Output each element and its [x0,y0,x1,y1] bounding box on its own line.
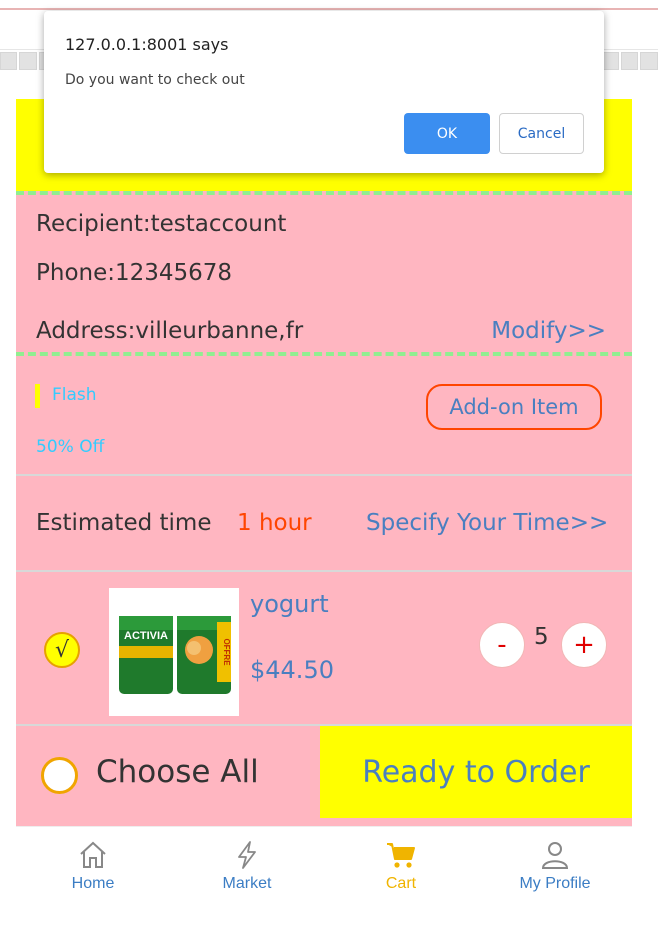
dialog-title: 127.0.0.1:8001 says [65,35,229,54]
estimated-time-value: 1 hour [237,510,312,536]
increase-quantity-button[interactable]: + [561,622,607,668]
badge-text: OFFRE [222,638,231,666]
cart-icon [387,843,415,868]
estimated-time-label: Estimated time [36,510,212,536]
choose-all-label[interactable]: Choose All [96,754,259,790]
tab-profile-label: My Profile [519,875,591,892]
product-price: $44.50 [250,656,334,684]
home-icon [80,841,106,868]
user-icon [541,842,569,869]
tab-market[interactable]: Market [170,827,324,919]
dialog-message: Do you want to check out [65,72,245,88]
add-on-item-button[interactable]: Add-on Item [426,384,602,430]
decrease-quantity-button[interactable]: - [479,622,525,668]
phone-text: Phone:12345678 [36,260,233,286]
address-text: Address:villeurbanne,fr [36,318,304,344]
promo-section: Flash 50% Off Add-on Item [16,356,632,476]
ready-to-order-button[interactable]: Ready to Order [320,726,632,818]
cancel-button[interactable]: Cancel [499,113,584,154]
address-section: Recipient:testaccount Phone:12345678 Add… [16,191,632,356]
cart-item: √ ACTIVIA OFFRE yogurt $44.50 - 5 + [16,572,632,726]
tab-home[interactable]: Home [16,827,170,919]
specify-time-link[interactable]: Specify Your Time>> [366,510,608,536]
checkout-bar: Choose All Ready to Order [16,726,632,826]
item-select-checkbox[interactable]: √ [44,632,80,668]
tab-home-label: Home [71,875,115,892]
cart-page: Recipient:testaccount Phone:12345678 Add… [16,99,632,919]
modify-address-link[interactable]: Modify>> [491,318,606,344]
brand-text: ACTIVIA [124,630,168,642]
tab-profile[interactable]: My Profile [478,827,632,919]
ok-button[interactable]: OK [404,113,490,154]
delivery-time-section: Estimated time 1 hour Specify Your Time>… [16,476,632,572]
flash-label: Flash [52,385,97,405]
flash-marker [35,384,40,408]
lightning-icon [238,841,256,869]
recipient-text: Recipient:testaccount [36,211,287,237]
tab-cart-label: Cart [385,875,417,892]
product-image: ACTIVIA OFFRE [109,588,239,716]
tab-market-label: Market [222,875,272,892]
tab-bar: Home Market Cart My Profile [16,826,632,919]
tab-cart[interactable]: Cart [324,827,478,919]
discount-label: 50% Off [36,437,105,457]
quantity-value: 5 [534,624,549,650]
product-name[interactable]: yogurt [250,590,329,618]
confirm-dialog: 127.0.0.1:8001 says Do you want to check… [44,11,604,173]
choose-all-checkbox[interactable] [41,757,78,794]
